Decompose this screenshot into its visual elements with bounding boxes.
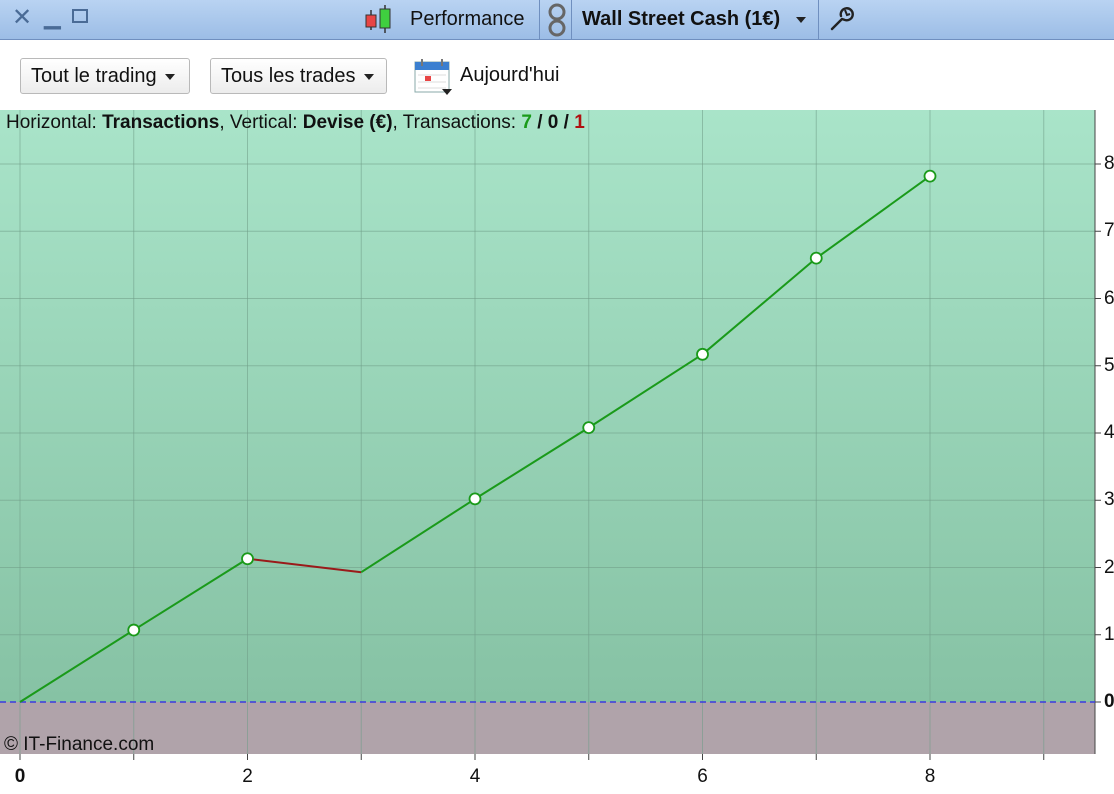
y-tick-label: 7 <box>1104 220 1114 242</box>
title-separator <box>818 0 819 40</box>
instrument-selector[interactable]: Wall Street Cash (1€) <box>582 8 780 31</box>
x-tick-label: 6 <box>697 766 708 787</box>
y-tick-label: 5 <box>1104 354 1114 376</box>
data-point <box>241 552 254 566</box>
vertical-value: Devise (€) <box>302 112 393 133</box>
chevron-down-icon <box>164 73 175 80</box>
title-bar: ✕ ▁ Performance Wall Street Cash (1€) <box>0 0 1114 40</box>
data-point <box>696 347 709 361</box>
link-icon[interactable] <box>546 2 568 38</box>
x-tick-label: 8 <box>924 766 936 787</box>
separator: / <box>531 112 548 133</box>
data-point <box>582 421 596 435</box>
x-tick-label: 0 <box>14 766 26 787</box>
horizontal-prefix: Horizontal: <box>6 112 103 133</box>
calendar-icon[interactable] <box>414 58 454 96</box>
x-tick-label: 4 <box>469 766 481 787</box>
horizontal-value: Transactions <box>102 112 220 133</box>
window-title: Performance <box>410 8 525 30</box>
x-tick-label: 2 <box>242 766 253 787</box>
trading-filter-label: Tout le trading <box>31 65 157 87</box>
copyright-label: © IT-Finance.com <box>4 734 155 755</box>
data-point <box>923 169 937 183</box>
date-range-label[interactable]: Aujourd'hui <box>460 64 559 87</box>
trades-filter-dropdown[interactable]: Tous les trades <box>210 58 387 94</box>
negative-zone <box>0 702 1095 754</box>
data-point <box>809 251 823 265</box>
chevron-down-icon[interactable] <box>796 17 806 23</box>
toolbar: Tout le trading Tous les trades Aujourd'… <box>0 40 1114 110</box>
positive-zone <box>0 110 1095 702</box>
data-point <box>127 623 141 637</box>
close-icon[interactable]: ✕ <box>12 3 32 32</box>
trading-filter-dropdown[interactable]: Tout le trading <box>20 58 190 94</box>
chart-header: Horizontal: Transactions, Vertical: Devi… <box>6 112 585 134</box>
minimize-icon[interactable]: ▁ <box>44 4 61 30</box>
vertical-prefix: , Vertical: <box>219 112 303 133</box>
transactions-prefix: , Transactions: <box>392 112 522 133</box>
y-tick-label: 3 <box>1104 489 1114 511</box>
y-tick-label: 2 <box>1104 556 1114 578</box>
chevron-down-icon <box>363 73 374 80</box>
winning-count: 7 <box>521 112 532 133</box>
y-tick-label: 6 <box>1104 287 1114 309</box>
neutral-count: 0 <box>547 112 559 133</box>
y-tick-label: 4 <box>1104 422 1114 443</box>
candlestick-icon <box>365 5 391 33</box>
chart-canvas <box>0 110 1101 760</box>
wrench-icon[interactable] <box>828 6 854 32</box>
separator: / <box>558 112 575 133</box>
title-separator <box>539 0 540 40</box>
y-tick-label: 0 <box>1104 691 1114 712</box>
maximize-icon[interactable] <box>72 9 88 23</box>
trades-filter-label: Tous les trades <box>221 65 356 87</box>
title-separator <box>571 0 572 40</box>
y-tick-label: 1 <box>1104 623 1114 645</box>
losing-count: 1 <box>574 112 585 133</box>
y-tick-label: 8 <box>1104 153 1114 174</box>
data-point <box>468 492 482 506</box>
performance-chart: Horizontal: Transactions, Vertical: Devi… <box>0 110 1114 794</box>
